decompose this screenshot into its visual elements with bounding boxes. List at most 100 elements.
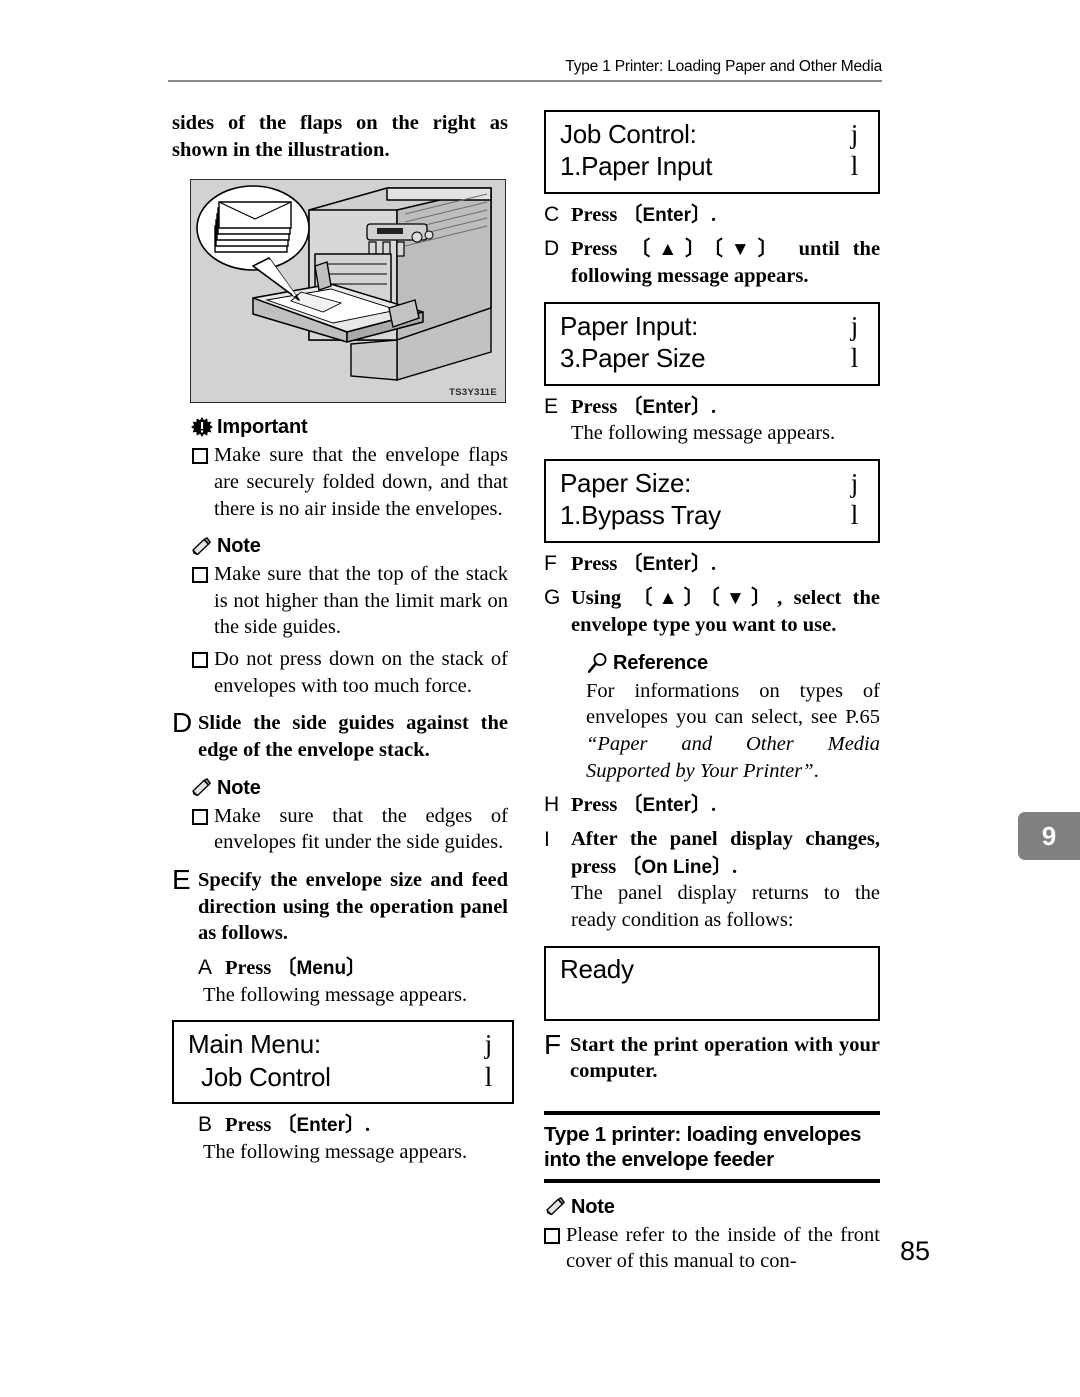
section-heading-block: Type 1 printer: loading envelopes into t… <box>544 1111 880 1183</box>
reference-text: For informations on types of envelopes y… <box>544 678 880 785</box>
square-bullet-icon <box>192 803 214 825</box>
key-arrow-down[interactable]: 〔▼〕 <box>713 236 786 260</box>
note-label-2: Note <box>217 776 261 799</box>
note-pencil-icon <box>190 536 214 558</box>
lcd-text-1: Main Menu: <box>188 1029 321 1060</box>
key-arrow-down[interactable]: 〔▼〕 <box>710 585 777 609</box>
lcd-line-1: Paper Size: j <box>560 467 864 499</box>
section-rule-bottom <box>544 1179 880 1183</box>
reference-text-italic: “Paper and Other Media Supported by Your… <box>586 732 880 782</box>
substep-d: D Press 〔▲〕〔▼〕 until the following messa… <box>544 235 880 289</box>
press-word: Press <box>571 552 618 575</box>
lcd-text-1: Job Control: <box>560 119 697 149</box>
note-heading-1: Note <box>172 535 508 558</box>
scroll-up-arrow-icon: j <box>850 119 859 149</box>
scroll-up-arrow-icon: j <box>484 1029 493 1060</box>
substep-b: B Press 〔Enter〕. <box>172 1111 508 1139</box>
key-arrow-up[interactable]: 〔▲〕 <box>632 585 709 609</box>
lcd-panel-job-control: Job Control: j 1.Paper Input l <box>544 110 880 194</box>
message-intro-a: The following message appears. <box>203 983 468 1006</box>
note-pencil-icon <box>190 777 214 799</box>
press-word: Press <box>571 395 618 418</box>
lcd-text-2: 1.Paper Input <box>560 151 713 182</box>
panel-returns-text: The panel display returns to the ready c… <box>571 882 880 931</box>
message-intro-e: The following message appears. <box>571 422 836 445</box>
figure-id-label: TS3Y311E <box>449 387 497 399</box>
key-on-line[interactable]: 〔On Line〕 <box>621 854 732 878</box>
press-word: Press <box>225 956 272 979</box>
substep-text-h: Press 〔Enter〕. <box>571 791 880 819</box>
substep-letter-b: B <box>198 1113 213 1136</box>
step-text-e: Specify the envelope size and feed direc… <box>198 868 508 945</box>
note-pencil-icon <box>544 1196 568 1218</box>
important-label: Important <box>217 416 308 439</box>
step-letter-f: F <box>544 1028 562 1060</box>
substep-text-b: Press 〔Enter〕. <box>225 1111 508 1139</box>
trailing-punct: . <box>711 794 717 817</box>
using-word: Using <box>571 587 633 610</box>
lcd-text-2: Job Control <box>201 1061 331 1092</box>
square-bullet-icon <box>192 442 214 465</box>
lcd-line-1: Ready <box>560 954 864 985</box>
step-d: D Slide the side guides against the edge… <box>172 707 508 763</box>
scroll-down-arrow-icon: l <box>850 343 859 374</box>
lcd-line-1: Paper Input: j <box>560 310 864 342</box>
square-bullet-icon <box>192 561 214 584</box>
header-rule <box>168 80 882 82</box>
lcd-panel-paper-size: Paper Size: j 1.Bypass Tray l <box>544 458 880 543</box>
substep-letter-a: A <box>198 955 213 979</box>
lcd-panel-main-menu: Main Menu: j Job Control l <box>172 1020 514 1104</box>
lcd-text-2: 3.Paper Size <box>560 343 706 374</box>
page-header: Type 1 Printer: Loading Paper and Other … <box>168 58 882 82</box>
substep-text-i: After the panel display changes, press 〔… <box>571 826 880 880</box>
substep-text-d: Press 〔▲〕〔▼〕 until the following message… <box>571 235 880 289</box>
press-word: Press <box>225 1114 272 1136</box>
key-enter[interactable]: 〔Enter〕 <box>276 1112 365 1136</box>
trailing-punct: . <box>711 552 717 575</box>
square-bullet-icon <box>192 646 214 669</box>
key-enter[interactable]: 〔Enter〕 <box>622 551 711 575</box>
reference-text-plain-2: . <box>813 759 819 782</box>
scroll-up-arrow-icon: j <box>850 467 859 498</box>
right-column: Job Control: j 1.Paper Input l C Press 〔… <box>544 110 880 1280</box>
substep-letter-h: H <box>544 793 560 817</box>
lcd-panel-paper-input: Paper Input: j 3.Paper Size l <box>544 301 880 386</box>
note-heading-2: Note <box>172 777 508 800</box>
note-item-text: Make sure that the edges of envelopes fi… <box>214 804 508 854</box>
note-list-item: Make sure that the top of the stack is n… <box>172 561 508 641</box>
left-column: sides of the flaps on the right as shown… <box>172 110 514 1165</box>
step-text-f: Start the print operation with your comp… <box>570 1033 880 1083</box>
scroll-up-arrow-icon: j <box>850 310 859 341</box>
key-menu[interactable]: 〔Menu〕 <box>276 955 366 979</box>
square-bullet-icon <box>544 1222 566 1244</box>
substep-e: E Press 〔Enter〕. <box>544 393 880 421</box>
reference-label: Reference <box>613 651 708 674</box>
scroll-down-arrow-icon: l <box>850 500 859 531</box>
step-letter-d: D <box>172 707 193 739</box>
lcd-line-2: 1.Paper Input l <box>560 150 864 182</box>
step-letter-e: E <box>172 863 191 895</box>
substep-text-e: Press 〔Enter〕. <box>571 393 880 421</box>
key-arrow-up[interactable]: 〔▲〕 <box>630 236 713 260</box>
printer-illustration-svg <box>196 185 492 382</box>
key-enter[interactable]: 〔Enter〕 <box>622 394 711 418</box>
lcd-text-1: Paper Size: <box>560 467 692 498</box>
note-list-item: Please refer to the inside of the front … <box>544 1222 880 1275</box>
lcd-text-1: Paper Input: <box>560 310 699 341</box>
key-enter[interactable]: 〔Enter〕 <box>622 792 711 816</box>
substep-h: H Press 〔Enter〕. <box>544 791 880 819</box>
lcd-text-1: Ready <box>560 953 634 984</box>
press-word: Press <box>571 203 618 226</box>
substep-text-a: Press 〔Menu〕 <box>225 954 508 982</box>
lcd-line-2: 3.Paper Size l <box>560 342 864 374</box>
substep-letter-g: G <box>544 586 561 610</box>
key-enter[interactable]: 〔Enter〕 <box>622 202 711 226</box>
note-list-item: Do not press down on the stack of envelo… <box>172 646 508 699</box>
note-item-text: Do not press down on the stack of envelo… <box>214 648 508 697</box>
lcd-text-2: 1.Bypass Tray <box>560 500 721 531</box>
important-heading: Important <box>172 416 508 439</box>
scroll-down-arrow-icon: l <box>850 151 859 182</box>
substep-letter-f: F <box>544 551 557 575</box>
step-text-d: Slide the side guides against the edge o… <box>198 712 508 762</box>
note-heading-3: Note <box>544 1196 880 1219</box>
